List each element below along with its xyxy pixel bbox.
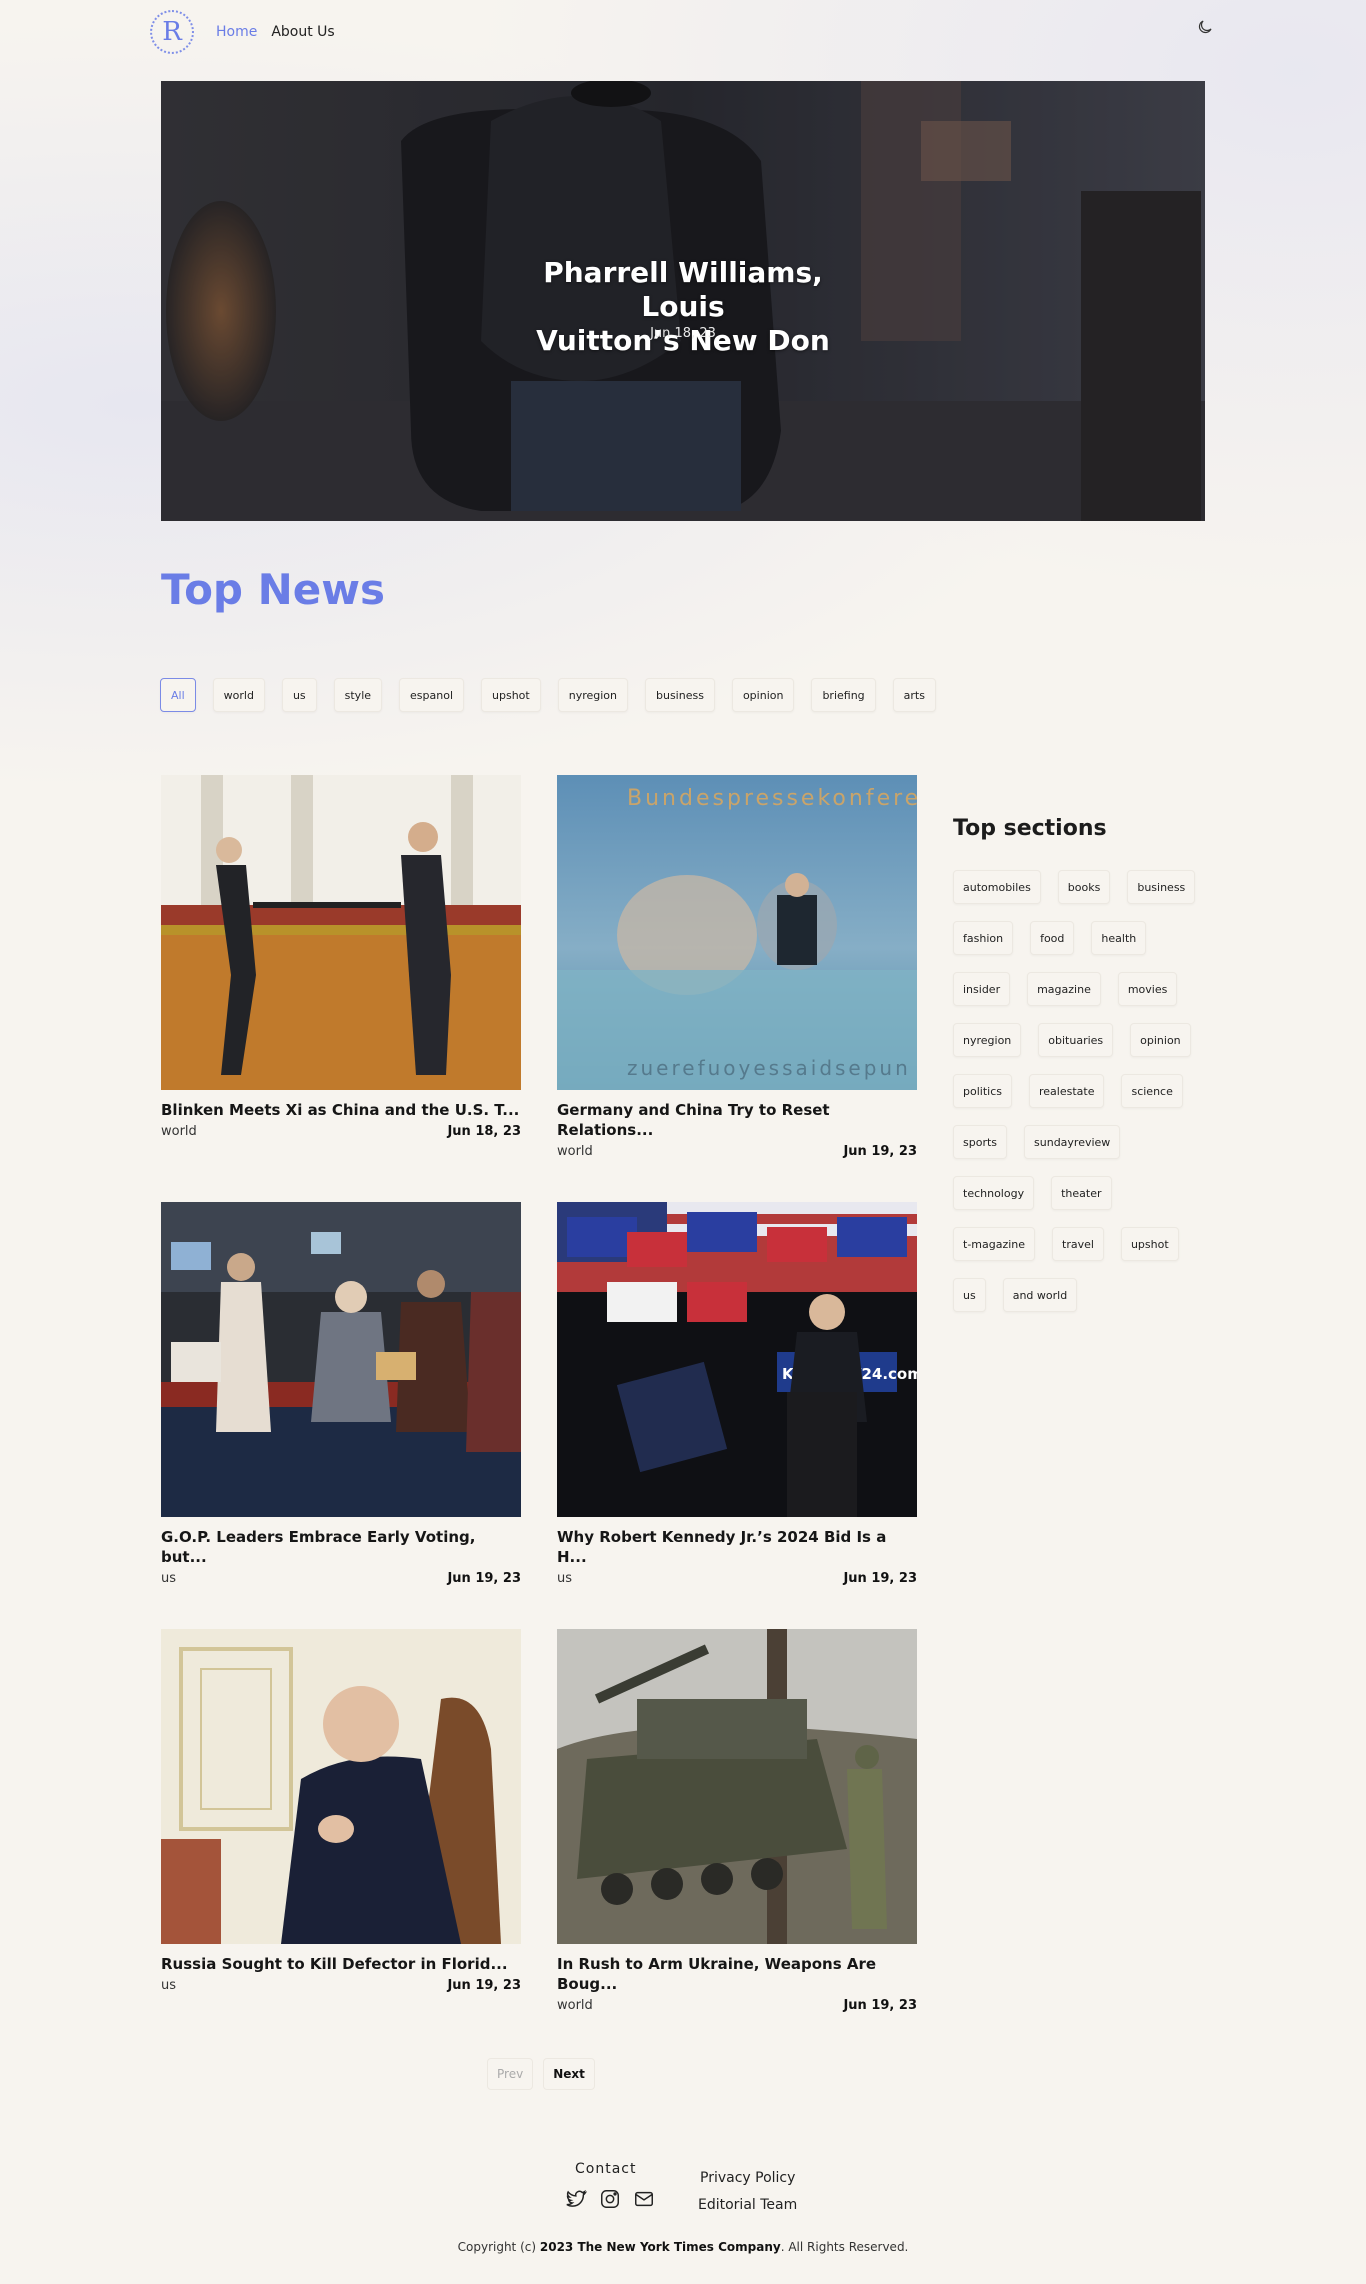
article-card[interactable]: In Rush to Arm Ukraine, Weapons Are Boug… <box>557 1629 917 2013</box>
editorial-team-link[interactable]: Editorial Team <box>698 2192 797 2219</box>
footer-links: Privacy Policy Editorial Team <box>698 2165 797 2219</box>
section-tag[interactable]: books <box>1057 870 1111 904</box>
article-category[interactable]: world <box>557 1998 593 2013</box>
article-title[interactable]: Russia Sought to Kill Defector in Florid… <box>161 1954 521 1974</box>
section-tag[interactable]: sundayreview <box>1024 1125 1121 1159</box>
article-image[interactable] <box>557 1629 917 1944</box>
section-tag[interactable]: politics <box>953 1074 1012 1108</box>
logo[interactable]: R <box>150 10 194 54</box>
pagination: Prev Next <box>487 2058 605 2090</box>
nav-home-link[interactable]: Home <box>216 24 257 40</box>
section-tag[interactable]: sports <box>953 1125 1008 1159</box>
filter-nyregion[interactable]: nyregion <box>557 678 628 712</box>
section-tag[interactable]: movies <box>1117 972 1178 1006</box>
article-title[interactable]: Germany and China Try to Reset Relations… <box>557 1100 917 1140</box>
article-date: Jun 19, 23 <box>843 1998 917 2013</box>
section-tag[interactable]: opinion <box>1130 1023 1191 1057</box>
section-tag[interactable]: food <box>1030 921 1075 955</box>
section-tag[interactable]: business <box>1127 870 1196 904</box>
section-tag[interactable]: automobiles <box>953 870 1041 904</box>
mail-icon[interactable] <box>633 2188 655 2210</box>
hero-banner[interactable]: Pharrell Williams, Louis Vuitton’s New D… <box>161 81 1205 521</box>
svg-text:Bundespressekonferenz: Bundespressekonferenz <box>627 786 917 811</box>
article-image[interactable] <box>161 1202 521 1517</box>
prev-page-button[interactable]: Prev <box>487 2058 534 2090</box>
category-filters: All world us style espanol upshot nyregi… <box>160 678 953 712</box>
article-image[interactable]: KENNEDY24.com <box>557 1202 917 1517</box>
filter-world[interactable]: world <box>212 678 265 712</box>
top-sections-list: automobiles books business fashion food … <box>953 870 1213 1329</box>
privacy-policy-link[interactable]: Privacy Policy <box>700 2165 797 2192</box>
article-image[interactable]: Bundespressekonferenz zuerefuoyessaidsep… <box>557 775 917 1090</box>
section-tag[interactable]: travel <box>1052 1227 1104 1261</box>
section-tag[interactable]: insider <box>953 972 1011 1006</box>
section-tag[interactable]: magazine <box>1027 972 1101 1006</box>
article-date: Jun 19, 23 <box>843 1571 917 1586</box>
article-category[interactable]: world <box>557 1144 593 1159</box>
article-category[interactable]: us <box>161 1978 176 1993</box>
article-category[interactable]: world <box>161 1124 197 1139</box>
section-tag[interactable]: science <box>1121 1074 1183 1108</box>
section-tag[interactable]: t-magazine <box>953 1227 1036 1261</box>
hero-date: Jun 18, 23 <box>650 326 716 341</box>
section-tag[interactable]: fashion <box>953 921 1014 955</box>
top-nav: R Home About Us <box>150 8 335 56</box>
social-links <box>565 2188 667 2210</box>
instagram-icon[interactable] <box>599 2188 621 2210</box>
article-title[interactable]: G.O.P. Leaders Embrace Early Voting, but… <box>161 1527 521 1567</box>
article-category[interactable]: us <box>161 1571 176 1586</box>
article-image[interactable] <box>161 1629 521 1944</box>
copyright-company: 2023 The New York Times Company <box>539 2240 781 2254</box>
article-date: Jun 19, 23 <box>447 1978 521 1993</box>
article-date: Jun 19, 23 <box>447 1571 521 1586</box>
article-category[interactable]: us <box>557 1571 572 1586</box>
filter-all[interactable]: All <box>160 678 196 712</box>
section-tag[interactable]: upshot <box>1120 1227 1179 1261</box>
section-tag[interactable]: us <box>953 1278 986 1312</box>
section-tag[interactable]: realestate <box>1028 1074 1105 1108</box>
nav-about-link[interactable]: About Us <box>271 24 334 40</box>
section-tag[interactable]: nyregion <box>953 1023 1022 1057</box>
article-card[interactable]: Bundespressekonferenz zuerefuoyessaidsep… <box>557 775 917 1159</box>
copyright: Copyright (c) 2023 The New York Times Co… <box>457 2240 909 2254</box>
article-date: Jun 19, 23 <box>843 1144 917 1159</box>
section-tag[interactable]: health <box>1091 921 1147 955</box>
filter-style[interactable]: style <box>333 678 383 712</box>
article-card[interactable]: Blinken Meets Xi as China and the U.S. T… <box>161 775 521 1139</box>
filter-opinion[interactable]: opinion <box>731 678 795 712</box>
section-tag[interactable]: theater <box>1051 1176 1112 1210</box>
article-title[interactable]: Why Robert Kennedy Jr.’s 2024 Bid Is a H… <box>557 1527 917 1567</box>
article-card[interactable]: G.O.P. Leaders Embrace Early Voting, but… <box>161 1202 521 1586</box>
filter-briefing[interactable]: briefing <box>811 678 876 712</box>
twitter-icon[interactable] <box>565 2188 587 2210</box>
section-tag[interactable]: technology <box>953 1176 1035 1210</box>
article-card[interactable]: Russia Sought to Kill Defector in Florid… <box>161 1629 521 1993</box>
article-card[interactable]: KENNEDY24.com Why Robert Kennedy Jr.’s 2… <box>557 1202 917 1586</box>
dark-mode-toggle-icon[interactable] <box>1196 18 1214 36</box>
top-news-heading: Top News <box>161 565 386 614</box>
filter-business[interactable]: business <box>645 678 715 712</box>
svg-text:zuerefuoyessaidsepun: zuerefuoyessaidsepun <box>627 1056 911 1080</box>
section-tag[interactable]: and world <box>1002 1278 1078 1312</box>
hero-title[interactable]: Pharrell Williams, Louis Vuitton’s New D… <box>161 256 1205 358</box>
contact-label: Contact <box>575 2161 637 2177</box>
filter-espanol[interactable]: espanol <box>399 678 465 712</box>
article-date: Jun 18, 23 <box>447 1124 521 1139</box>
article-title[interactable]: Blinken Meets Xi as China and the U.S. T… <box>161 1100 521 1120</box>
filter-upshot[interactable]: upshot <box>481 678 541 712</box>
section-tag[interactable]: obituaries <box>1038 1023 1114 1057</box>
top-sections-heading: Top sections <box>953 816 1107 841</box>
filter-arts[interactable]: arts <box>892 678 936 712</box>
next-page-button[interactable]: Next <box>543 2058 595 2090</box>
article-title[interactable]: In Rush to Arm Ukraine, Weapons Are Boug… <box>557 1954 917 1994</box>
filter-us[interactable]: us <box>281 678 317 712</box>
article-image[interactable] <box>161 775 521 1090</box>
